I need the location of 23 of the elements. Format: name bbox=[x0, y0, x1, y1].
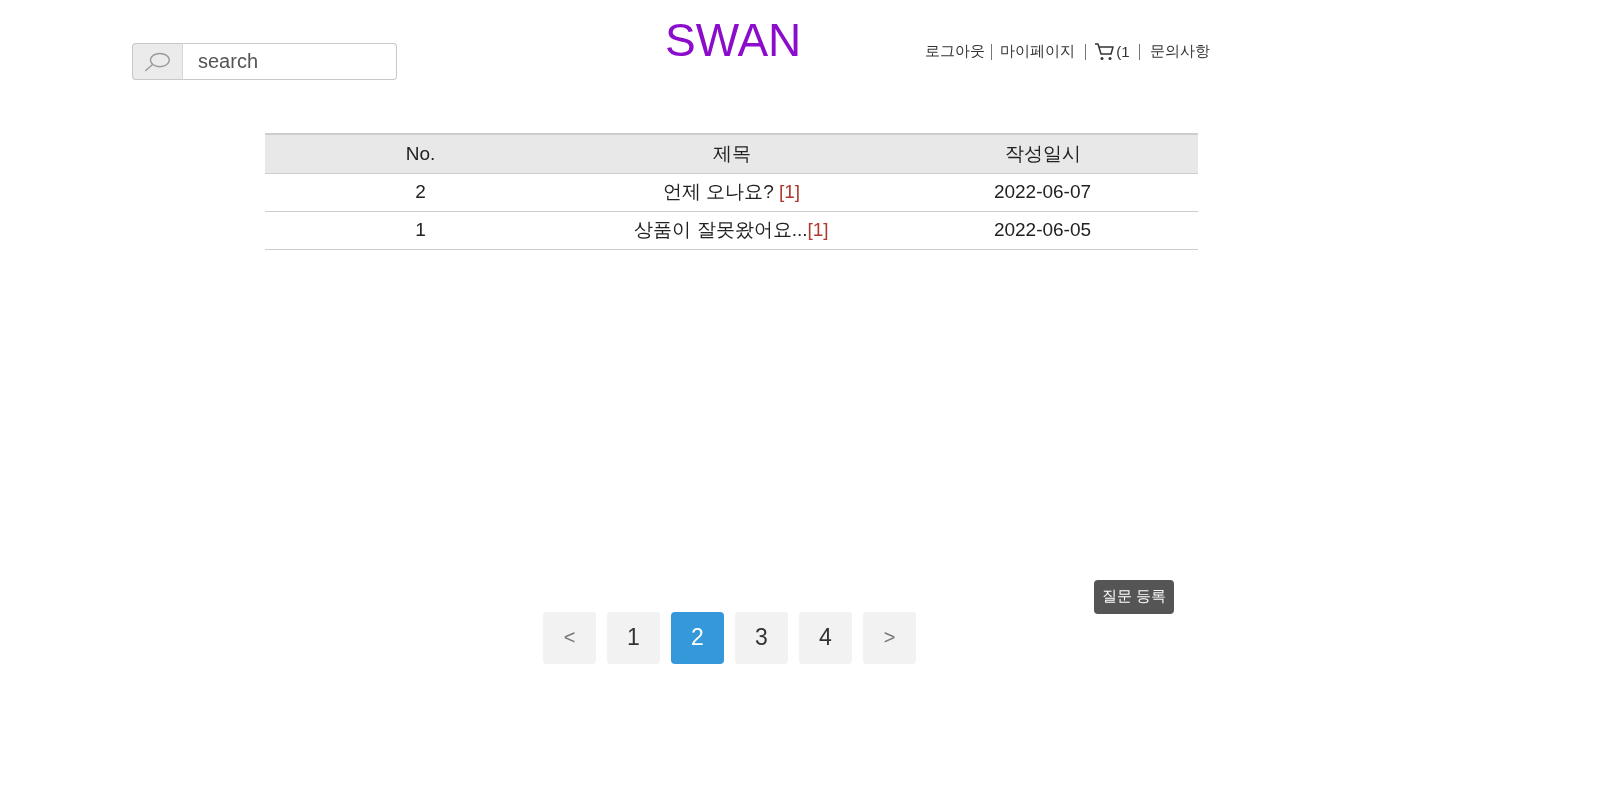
next-page-button[interactable]: > bbox=[863, 611, 916, 664]
title-header: 제목 bbox=[576, 134, 887, 173]
number-header: No. bbox=[265, 134, 576, 173]
number-cell: 1 bbox=[265, 211, 576, 249]
page-button[interactable]: 1 bbox=[607, 611, 660, 664]
search-icon bbox=[132, 43, 183, 80]
search-field[interactable]: search bbox=[183, 43, 397, 80]
cart-icon bbox=[1094, 42, 1116, 61]
logout-link[interactable]: 로그아웃 bbox=[925, 42, 986, 61]
site-logo[interactable]: SWAN bbox=[665, 12, 802, 68]
cart-link[interactable]: (1 bbox=[1094, 42, 1130, 61]
number-cell: 2 bbox=[265, 173, 576, 211]
question-title-link[interactable]: 상품이 잘못왔어요...[1] bbox=[634, 219, 829, 240]
page-button[interactable]: 3 bbox=[735, 611, 788, 664]
mypage-link[interactable]: 마이페이지 bbox=[1000, 42, 1076, 61]
date-cell: 2022-06-07 bbox=[887, 173, 1198, 211]
date-header: 작성일시 bbox=[887, 134, 1198, 173]
page-button[interactable]: 4 bbox=[799, 611, 852, 664]
previous-page-button[interactable]: < bbox=[543, 611, 596, 664]
register-question-button[interactable]: 질문 등록 bbox=[1093, 579, 1174, 614]
inquiry-link[interactable]: 문의사항 bbox=[1149, 42, 1210, 61]
date-cell: 2022-06-05 bbox=[887, 211, 1198, 249]
question-title-link[interactable]: 언제 오나요? [1] bbox=[662, 181, 801, 202]
